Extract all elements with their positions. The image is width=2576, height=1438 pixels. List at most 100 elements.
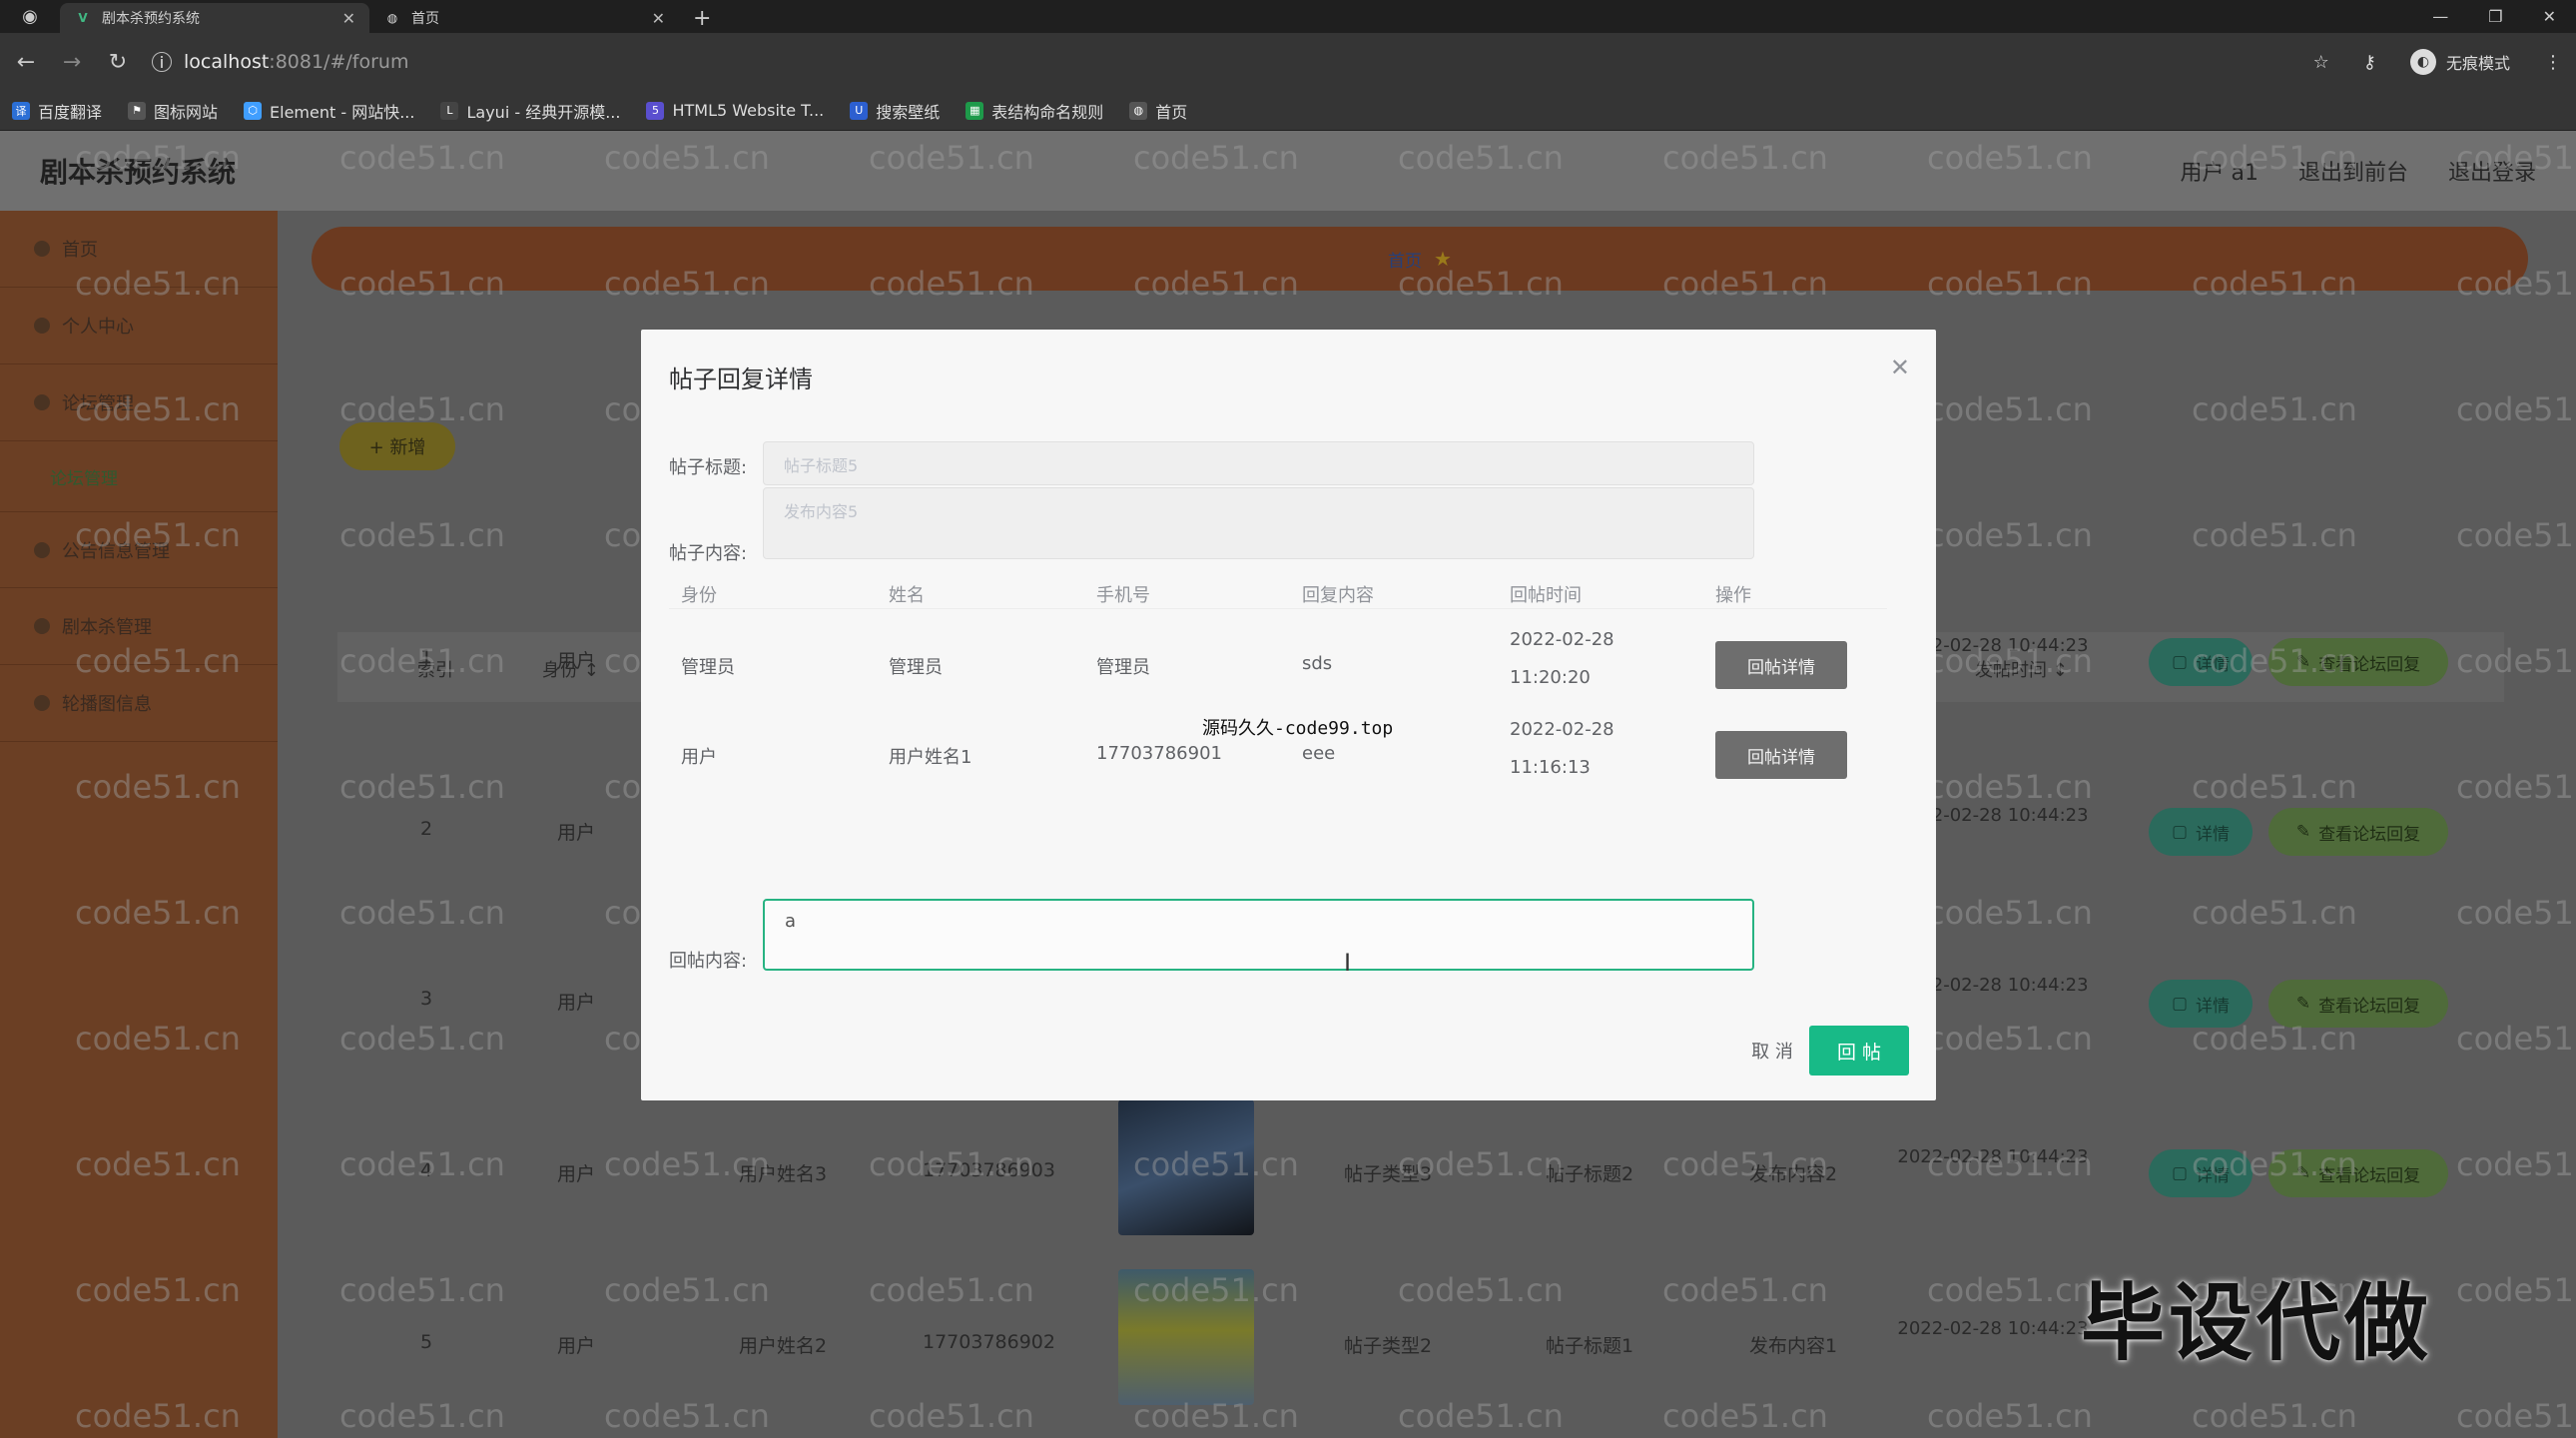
bookmark-item[interactable]: ⬡ Element - 网站快... <box>244 99 414 123</box>
row-role: 用户 <box>557 992 596 1014</box>
row-name: 用户姓名3 <box>739 1163 828 1185</box>
row-content: 发布内容1 <box>1749 1335 1838 1357</box>
row-type: 帖子类型3 <box>1344 1163 1433 1185</box>
reply-textarea[interactable]: a <box>763 899 1754 971</box>
table-icon: ▦ <box>966 101 984 120</box>
reply-role: 用户 <box>681 747 717 768</box>
sidebar-item-notice[interactable]: 公告信息管理 <box>0 511 278 588</box>
sidebar-item-home[interactable]: 首页 <box>0 211 278 288</box>
html5-icon: 5 <box>646 101 665 120</box>
sidebar-item-forum[interactable]: 论坛管理 <box>0 364 278 441</box>
restore-icon[interactable]: ❐ <box>2488 7 2502 26</box>
bookmark-label: 图标网站 <box>154 102 219 122</box>
row-time: 2022-02-28 10:44:23 <box>1897 1146 2089 1167</box>
view-replies-button[interactable]: ✎ 查看论坛回复 <box>2268 980 2448 1028</box>
edit-icon: ✎ <box>2295 822 2311 842</box>
breadcrumb: 首页 ★ <box>312 227 2528 291</box>
home-icon <box>34 241 50 257</box>
reply-phone: 管理员 <box>1096 657 1150 678</box>
bookmark-item[interactable]: 译百度翻译 <box>12 99 102 123</box>
reply-detail-button[interactable]: 回帖详情 <box>1715 731 1847 779</box>
detail-button[interactable]: ▢ 详情 <box>2149 808 2253 856</box>
window-controls: — ❐ ✕ <box>2432 0 2576 33</box>
bookmark-label: 表结构命名规则 <box>991 102 1104 122</box>
promo-text: 毕设代做 <box>2081 1273 2433 1372</box>
app-title: 剧本杀预约系统 <box>40 156 237 189</box>
detail-button[interactable]: ▢ 详情 <box>2149 638 2253 686</box>
edit-icon: ✎ <box>2295 1163 2311 1183</box>
detail-button[interactable]: ▢ 详情 <box>2149 980 2253 1028</box>
info-icon[interactable]: i <box>152 52 172 72</box>
bookmark-label: 百度翻译 <box>38 102 103 122</box>
post-image <box>1118 1099 1254 1235</box>
row-role: 用户 <box>557 822 596 844</box>
more-menu-icon[interactable]: ⋮ <box>2544 52 2562 73</box>
bookmark-item[interactable]: ⚑ 图标网站 <box>128 99 218 123</box>
sidebar-label: 剧本杀管理 <box>62 617 152 638</box>
bookmark-item[interactable]: ◍ 首页 <box>1129 99 1187 123</box>
row-type: 帖子类型2 <box>1344 1335 1433 1357</box>
url-path: :8081/#/forum <box>269 51 409 73</box>
bookmark-item[interactable]: U 搜索壁纸 <box>850 99 940 123</box>
close-icon[interactable]: ✕ <box>652 9 665 28</box>
close-window-icon[interactable]: ✕ <box>2543 7 2556 26</box>
post-title-input[interactable]: 帖子标题5 <box>763 441 1754 485</box>
close-icon[interactable]: ✕ <box>342 9 355 28</box>
app-header: 剧本杀预约系统 用户 a1 退出到前台 退出登录 <box>0 131 2576 211</box>
current-user: 用户 a1 <box>2180 161 2258 186</box>
tab-inactive[interactable]: ◍ 首页 ✕ <box>369 3 679 33</box>
star-icon[interactable]: ☆ <box>2313 52 2329 73</box>
submit-reply-button[interactable]: 回 帖 <box>1809 1026 1909 1076</box>
detail-button[interactable]: ▢ 详情 <box>2149 1149 2253 1197</box>
address-bar: ← → ↻ i localhost:8081/#/forum ☆ ⚷ ◐ 无痕模… <box>0 33 2576 91</box>
incognito-label: 无痕模式 <box>2445 54 2510 73</box>
image-icon <box>34 695 50 711</box>
back-icon[interactable]: ← <box>14 50 38 75</box>
view-replies-button[interactable]: ✎ 查看论坛回复 <box>2268 638 2448 686</box>
reply-phone: 17703786901 <box>1096 743 1222 764</box>
user-icon <box>34 318 50 334</box>
sidebar-item-carousel[interactable]: 轮播图信息 <box>0 665 278 742</box>
cancel-button[interactable]: 取 消 <box>1732 1027 1812 1075</box>
minimize-icon[interactable]: — <box>2432 7 2448 26</box>
text-cursor-icon: I <box>1344 949 1352 977</box>
sidebar-item-profile[interactable]: 个人中心 <box>0 288 278 364</box>
breadcrumb-home[interactable]: 首页 <box>1388 247 1422 272</box>
sidebar-label: 论坛管理 <box>62 393 134 414</box>
close-icon[interactable]: ✕ <box>1890 354 1910 381</box>
row-index: 4 <box>420 1159 433 1181</box>
view-replies-button[interactable]: ✎ 查看论坛回复 <box>2268 1149 2448 1197</box>
forward-icon[interactable]: → <box>60 50 84 75</box>
post-content-input[interactable]: 发布内容5 <box>763 487 1754 559</box>
bookmark-label: Layui - 经典开源模... <box>466 102 621 122</box>
browser-menu-icon[interactable]: ◉ <box>0 0 60 33</box>
sidebar-subitem-forum[interactable]: 论坛管理 <box>0 441 278 511</box>
forum-icon <box>34 394 50 410</box>
logout-link[interactable]: 退出登录 <box>2448 155 2536 187</box>
tab-active[interactable]: V 剧本杀预约系统 ✕ <box>60 3 369 33</box>
reload-icon[interactable]: ↻ <box>106 50 130 75</box>
button-label: 查看论坛回复 <box>2318 824 2421 845</box>
button-label: 查看论坛回复 <box>2318 654 2421 675</box>
new-tab-icon[interactable]: + <box>679 3 725 33</box>
sidebar-label: 公告信息管理 <box>62 540 170 562</box>
front-link[interactable]: 退出到前台 <box>2298 155 2408 187</box>
reply-detail-button[interactable]: 回帖详情 <box>1715 641 1847 689</box>
key-icon[interactable]: ⚷ <box>2363 52 2376 73</box>
url-field[interactable]: i localhost:8081/#/forum <box>152 51 408 73</box>
view-replies-button[interactable]: ✎ 查看论坛回复 <box>2268 808 2448 856</box>
element-icon: ⬡ <box>244 101 263 120</box>
row-title: 帖子标题2 <box>1546 1163 1634 1185</box>
row-index: 2 <box>420 818 433 840</box>
vue-icon: V <box>78 11 88 25</box>
incognito-indicator[interactable]: ◐ 无痕模式 <box>2409 49 2510 75</box>
bookmark-item[interactable]: ▦ 表结构命名规则 <box>966 99 1103 123</box>
edit-icon: ✎ <box>2295 994 2311 1014</box>
bookmark-item[interactable]: 5 HTML5 Website T... <box>646 101 824 120</box>
sidebar-item-script[interactable]: 剧本杀管理 <box>0 588 278 665</box>
wallpaper-icon: U <box>850 101 869 120</box>
add-button[interactable]: + 新增 <box>339 422 455 470</box>
doc-icon: ▢ <box>2171 1163 2189 1183</box>
bookmark-item[interactable]: L Layui - 经典开源模... <box>440 99 620 123</box>
flag-icon: ⚑ <box>128 101 147 120</box>
